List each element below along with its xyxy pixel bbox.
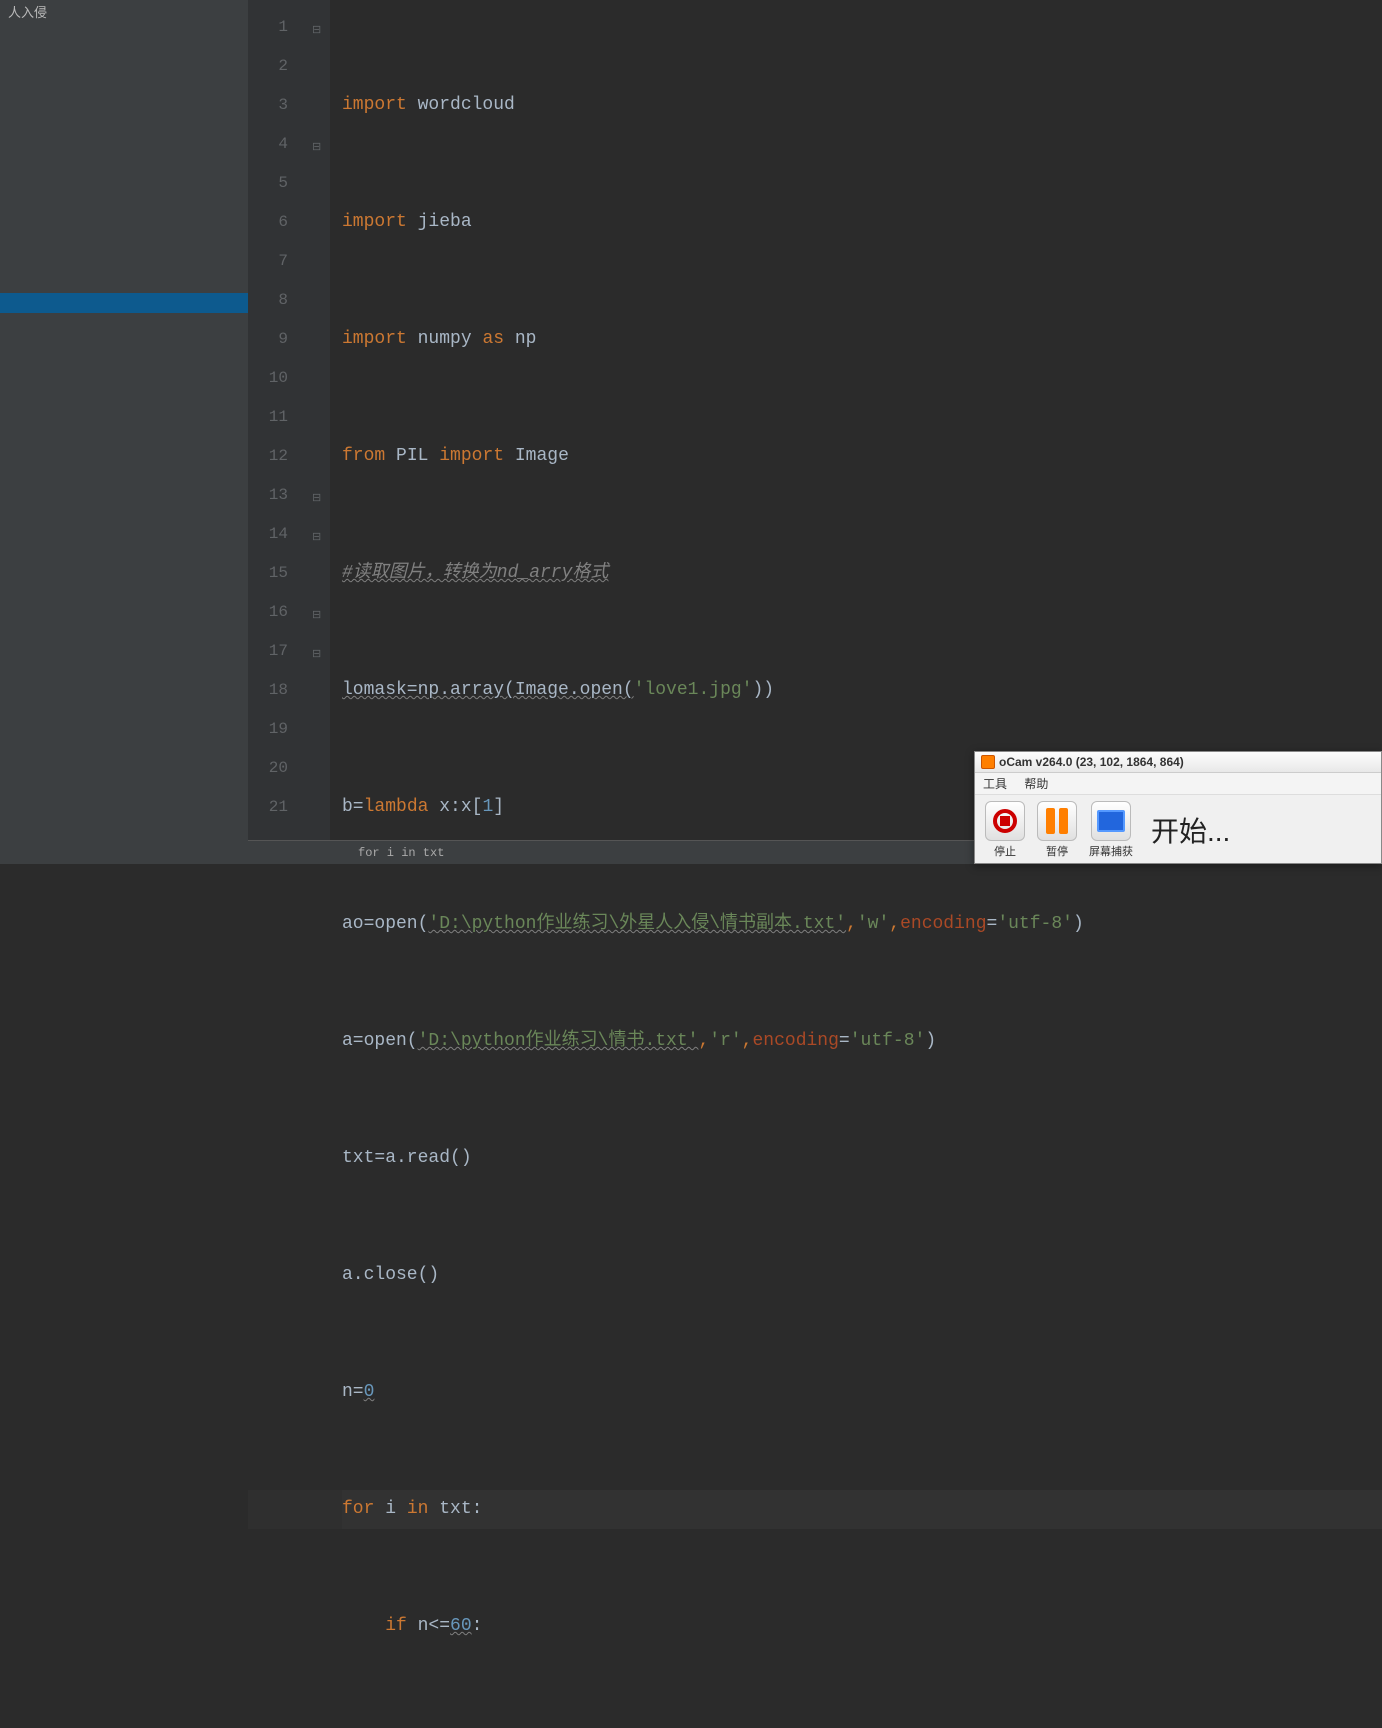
ocam-menu-help[interactable]: 帮助 (1024, 777, 1048, 791)
line-number: 10 (248, 359, 288, 398)
sidebar-selected-row[interactable] (0, 293, 248, 313)
line-number: 4 (248, 125, 288, 164)
code-line[interactable]: import jieba (342, 203, 1382, 242)
code-line[interactable]: ao.write(i) (342, 1724, 1382, 1728)
code-line[interactable]: import numpy as np (342, 320, 1382, 359)
code-line[interactable]: txt=a.read() (342, 1139, 1382, 1178)
line-number: 14 (248, 515, 288, 554)
fold-icon[interactable]: ⊟ (312, 129, 321, 168)
code-line[interactable]: #读取图片，转换为nd_arry格式 (342, 554, 1382, 593)
ocam-menubar[interactable]: 工具 帮助 (975, 773, 1381, 795)
fold-icon[interactable]: ⊟ (312, 12, 321, 51)
code-line[interactable]: a=open('D:\python作业练习\情书.txt','r',encodi… (342, 1022, 1382, 1061)
ocam-window[interactable]: oCam v264.0 (23, 102, 1864, 864) 工具 帮助 停… (974, 751, 1382, 864)
code-line[interactable]: lomask=np.array(Image.open('love1.jpg')) (342, 671, 1382, 710)
code-line-current[interactable]: for i in txt: (342, 1490, 1382, 1529)
code-line[interactable]: from PIL import Image (342, 437, 1382, 476)
line-number: 20 (248, 749, 288, 788)
code-line[interactable]: a.close() (342, 1256, 1382, 1295)
line-number: 19 (248, 710, 288, 749)
fold-icon[interactable]: ⊟ (312, 636, 321, 675)
fold-gutter: ⊟ ⊟ ⊟ ⊟ ⊟ ⊟ (306, 0, 330, 840)
line-number: 13 (248, 476, 288, 515)
fold-icon[interactable]: ⊟ (312, 519, 321, 558)
fold-icon[interactable]: ⊟ (312, 597, 321, 636)
line-number: 5 (248, 164, 288, 203)
line-number: 7 (248, 242, 288, 281)
line-number: 8 (248, 281, 288, 320)
code-line[interactable]: import wordcloud (342, 86, 1382, 125)
code-line[interactable]: if n<=60: (342, 1607, 1382, 1646)
ocam-capture-label: 屏幕捕获 (1089, 843, 1133, 859)
line-number: 17 (248, 632, 288, 671)
line-number: 2 (248, 47, 288, 86)
sidebar-item-label[interactable]: 人入侵 (0, 0, 248, 23)
stop-icon (985, 801, 1025, 841)
ocam-stop-label: 停止 (994, 843, 1016, 859)
fold-icon[interactable]: ⊟ (312, 480, 321, 519)
ocam-stop-button[interactable]: 停止 (985, 801, 1025, 859)
line-number: 15 (248, 554, 288, 593)
line-number: 16 (248, 593, 288, 632)
line-number: 1 (248, 8, 288, 47)
ocam-title-text: oCam v264.0 (23, 102, 1864, 864) (999, 755, 1184, 769)
ocam-start-label: 开始... (1151, 810, 1230, 850)
line-number-gutter: 1 2 3 4 5 6 7 8 9 10 11 12 13 14 15 16 1… (248, 0, 306, 840)
line-number: 18 (248, 671, 288, 710)
breadcrumb-text: for i in txt (358, 846, 444, 860)
line-number: 6 (248, 203, 288, 242)
ocam-menu-tools[interactable]: 工具 (983, 777, 1007, 791)
code-editor[interactable]: 1 2 3 4 5 6 7 8 9 10 11 12 13 14 15 16 1… (248, 0, 1382, 840)
project-sidebar[interactable]: 人入侵 (0, 0, 248, 864)
screen-capture-icon (1091, 801, 1131, 841)
code-line[interactable]: ao=open('D:\python作业练习\外星人入侵\情书副本.txt','… (342, 905, 1382, 944)
ocam-titlebar[interactable]: oCam v264.0 (23, 102, 1864, 864) (975, 752, 1381, 773)
pause-icon (1037, 801, 1077, 841)
ocam-pause-label: 暂停 (1046, 843, 1068, 859)
ocam-capture-button[interactable]: 屏幕捕获 (1089, 801, 1133, 859)
line-number: 11 (248, 398, 288, 437)
ocam-toolbar: 停止 暂停 屏幕捕获 开始... (975, 795, 1381, 863)
code-line[interactable]: n=0 (342, 1373, 1382, 1412)
line-number: 9 (248, 320, 288, 359)
line-number: 21 (248, 788, 288, 827)
line-number: 12 (248, 437, 288, 476)
ocam-app-icon (981, 755, 995, 769)
code-area[interactable]: import wordcloud import jieba import num… (330, 0, 1382, 840)
line-number: 3 (248, 86, 288, 125)
ocam-pause-button[interactable]: 暂停 (1037, 801, 1077, 859)
